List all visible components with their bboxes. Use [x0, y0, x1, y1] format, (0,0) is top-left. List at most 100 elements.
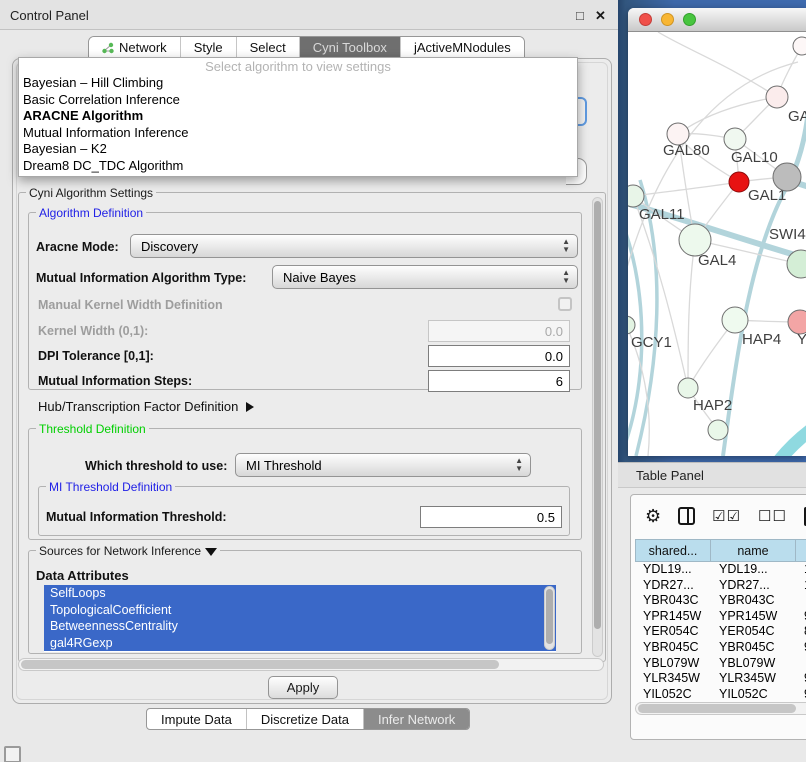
table-cell: 9.	[796, 671, 806, 687]
tab-style[interactable]: Style	[180, 37, 236, 58]
tab-select[interactable]: Select	[236, 37, 299, 58]
table-row[interactable]: YER054CYER054C8.	[635, 624, 806, 640]
network-node-gal1[interactable]	[729, 172, 749, 192]
mi-algorithm-type-combobox[interactable]: Naive Bayes ▲▼	[272, 265, 578, 289]
combo-stepper-icon: ▲▼	[562, 269, 570, 285]
network-node[interactable]	[773, 163, 801, 191]
which-threshold-combobox[interactable]: MI Threshold ▲▼	[235, 453, 531, 477]
table-cell: YBR043C	[711, 593, 796, 609]
settings-vertical-scrollbar[interactable]	[592, 197, 603, 657]
control-panel-title: Control Panel	[10, 8, 89, 23]
data-attributes-label: Data Attributes	[36, 568, 129, 583]
tab-label: Select	[250, 40, 286, 55]
network-node-gal10[interactable]	[724, 128, 746, 150]
columns-icon[interactable]	[678, 507, 695, 525]
close-light-icon[interactable]	[639, 13, 652, 26]
network-window-titlebar[interactable]	[628, 8, 806, 32]
table-cell: YER054C	[635, 624, 711, 640]
apply-button[interactable]: Apply	[268, 676, 338, 699]
close-panel-icon[interactable]: ✕	[595, 8, 606, 24]
table-row[interactable]: YDL19...YDL19...13	[635, 562, 806, 578]
algorithm-option[interactable]: Dream8 DC_TDC Algorithm	[19, 158, 577, 175]
algorithm-option[interactable]: Bayesian – K2	[19, 141, 577, 158]
manual-kernel-width-checkbox[interactable]	[558, 297, 572, 311]
algorithm-dropdown-placeholder: Select algorithm to view settings	[19, 58, 577, 75]
aracne-mode-combobox[interactable]: Discovery ▲▼	[130, 234, 578, 258]
tab-label: Style	[194, 40, 223, 55]
table-column-header[interactable]: name	[711, 539, 796, 562]
minimize-light-icon[interactable]	[661, 13, 674, 26]
algorithm-option[interactable]: Mutual Information Inference	[19, 125, 577, 142]
table-row[interactable]: YBL079WYBL079W	[635, 656, 806, 672]
table-panel-header: Table Panel	[618, 462, 806, 488]
attribute-item[interactable]: BetweennessCentrality	[44, 618, 556, 635]
table-row[interactable]: YLR345WYLR345W9.	[635, 671, 806, 687]
mi-threshold-field[interactable]: 0.5	[420, 506, 562, 528]
table-cell: YBR045C	[635, 640, 711, 656]
attributes-vertical-scrollbar[interactable]	[544, 586, 555, 650]
network-canvas[interactable]: GALGAL80GAL10GAL1GAL11GAL4SWI4GCY1HAP4YH…	[628, 32, 806, 456]
mi-steps-field[interactable]: 6	[428, 370, 570, 392]
table-cell: YBR043C	[635, 593, 711, 609]
attribute-item[interactable]: gal4RGexp	[44, 635, 556, 652]
algorithm-option[interactable]: Basic Correlation Inference	[19, 92, 577, 109]
tab-network[interactable]: Network	[89, 37, 180, 58]
panel-grip-icon[interactable]	[4, 746, 21, 762]
network-node-label: SWI4	[769, 226, 806, 243]
table-cell: YDR27...	[711, 578, 796, 594]
table-row[interactable]: YBR043CYBR043C	[635, 593, 806, 609]
table-row[interactable]: YPR145WYPR145W9.	[635, 609, 806, 625]
hub-definition-expander[interactable]: Hub/Transcription Factor Definition	[38, 399, 254, 414]
table-cell: YDR27...	[635, 578, 711, 594]
network-node[interactable]	[793, 37, 806, 55]
network-node-label: HAP2	[693, 397, 732, 414]
network-node[interactable]	[708, 420, 728, 440]
table-cell: 8.	[796, 624, 806, 640]
tab-cyni-toolbox[interactable]: Cyni Toolbox	[299, 37, 400, 58]
which-threshold-value: MI Threshold	[246, 458, 322, 473]
network-node-label: GAL4	[698, 252, 736, 269]
gear-icon[interactable]: ⚙	[645, 507, 661, 525]
table-cell: YBR045C	[711, 640, 796, 656]
table-column-header[interactable]: shared...	[635, 539, 711, 562]
deselect-all-checkboxes-icon[interactable]: ☐☐	[758, 509, 787, 524]
data-attributes-list[interactable]: SelfLoopsTopologicalCoefficientBetweenne…	[44, 585, 556, 652]
algorithm-option[interactable]: Bayesian – Hill Climbing	[19, 75, 577, 92]
kernel-width-field[interactable]: 0.0	[428, 320, 570, 342]
table-horizontal-scrollbar[interactable]	[635, 702, 806, 715]
dpi-tolerance-field[interactable]: 0.0	[428, 345, 570, 367]
combo-stepper-icon: ▲▼	[562, 238, 570, 254]
attribute-item[interactable]: SelfLoops	[44, 585, 556, 602]
algorithm-option[interactable]: ARACNE Algorithm	[19, 108, 577, 125]
attribute-item[interactable]: TopologicalCoefficient	[44, 602, 556, 619]
threshold-definition-title: Threshold Definition	[36, 422, 149, 436]
table-cell: YLR345W	[635, 671, 711, 687]
table-row[interactable]: YIL052CYIL052C9	[635, 687, 806, 703]
select-all-checkboxes-icon[interactable]: ☑☑	[712, 509, 741, 524]
bottom-tab-discretize-data[interactable]: Discretize Data	[246, 709, 363, 729]
algorithm-dropdown-list: Bayesian – Hill ClimbingBasic Correlatio…	[19, 75, 577, 174]
bottom-tab-impute-data[interactable]: Impute Data	[147, 709, 246, 729]
float-window-icon[interactable]: □	[576, 8, 584, 23]
control-panel-tabs: Network Style Select Cyni ToolboxjActiveMNo…	[88, 36, 525, 59]
network-node-gcy1[interactable]	[628, 316, 635, 334]
network-node-gal[interactable]	[766, 86, 788, 108]
tab-jactivemnodules[interactable]: jActiveMNodules	[400, 37, 524, 58]
table-row[interactable]: YBR045CYBR045C9.	[635, 640, 806, 656]
zoom-light-icon[interactable]	[683, 13, 696, 26]
expander-arrow-icon	[246, 402, 254, 412]
bottom-tab-infer-network[interactable]: Infer Network	[363, 709, 469, 729]
table-row[interactable]: YDR27...YDR27...12	[635, 578, 806, 594]
network-node-hap4[interactable]	[722, 307, 748, 333]
table-cell: 9.	[796, 609, 806, 625]
table-cell	[796, 656, 806, 672]
table-cell: YBL079W	[635, 656, 711, 672]
settings-horizontal-scrollbar[interactable]	[18, 658, 604, 671]
mi-threshold-label: Mutual Information Threshold:	[46, 510, 227, 524]
which-threshold-label: Which threshold to use:	[85, 459, 227, 473]
network-node-label: GAL10	[731, 149, 778, 166]
network-node-hap2[interactable]	[678, 378, 698, 398]
sources-title[interactable]: Sources for Network Inference	[36, 544, 220, 558]
table-column-header[interactable]: A	[796, 539, 806, 562]
manual-kernel-width-label: Manual Kernel Width Definition	[38, 298, 223, 312]
